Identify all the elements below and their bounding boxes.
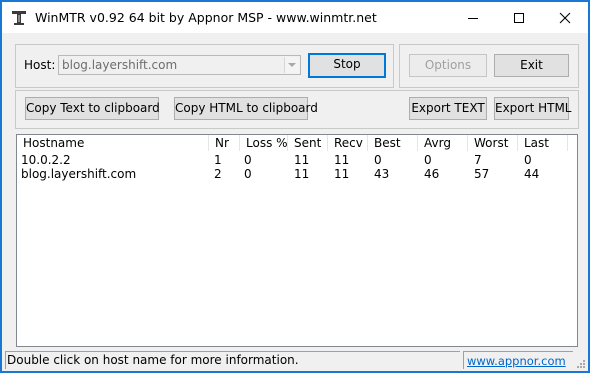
winmtr-window: WinMTR v0.92 64 bit by Appnor MSP - www.… bbox=[0, 0, 590, 373]
copy-html-button[interactable]: Copy HTML to clipboard bbox=[174, 97, 318, 120]
copy-text-button[interactable]: Copy Text to clipboard bbox=[25, 97, 160, 120]
status-bar: Double click on host name for more infor… bbox=[2, 349, 588, 371]
results-listview[interactable]: Hostname Nr Loss % Sent Recv Best Avrg W… bbox=[16, 134, 578, 347]
cell-best: 0 bbox=[374, 153, 382, 167]
host-combobox[interactable]: blog.layershift.com bbox=[58, 55, 301, 75]
listview-header: Hostname Nr Loss % Sent Recv Best Avrg W… bbox=[17, 135, 577, 151]
column-header-loss[interactable]: Loss % bbox=[240, 135, 288, 151]
cell-sent: 11 bbox=[294, 167, 310, 181]
cell-loss: 0 bbox=[244, 153, 252, 167]
host-label: Host: bbox=[24, 58, 56, 72]
minimize-icon bbox=[468, 18, 478, 19]
table-row[interactable]: blog.layershift.com 2 0 11 11 43 46 57 4… bbox=[17, 167, 577, 181]
host-value: blog.layershift.com bbox=[62, 58, 178, 72]
cell-last: 0 bbox=[524, 153, 532, 167]
maximize-icon bbox=[514, 13, 524, 23]
close-icon bbox=[559, 12, 571, 24]
options-button[interactable]: Options bbox=[409, 54, 487, 77]
winmtr-app-icon bbox=[12, 11, 26, 25]
export-text-button[interactable]: Export TEXT bbox=[409, 97, 487, 120]
cell-recv: 11 bbox=[334, 153, 350, 167]
close-button[interactable] bbox=[542, 2, 588, 33]
title-bar[interactable]: WinMTR v0.92 64 bit by Appnor MSP - www.… bbox=[2, 2, 588, 33]
cell-hostname: blog.layershift.com bbox=[21, 167, 137, 181]
cell-loss: 0 bbox=[244, 167, 252, 181]
column-header-best[interactable]: Best bbox=[368, 135, 418, 151]
resize-grip-icon[interactable] bbox=[574, 357, 586, 369]
cell-avrg: 0 bbox=[424, 153, 432, 167]
cell-nr: 2 bbox=[214, 167, 222, 181]
stop-button[interactable]: Stop bbox=[308, 53, 386, 78]
column-header-sent[interactable]: Sent bbox=[288, 135, 328, 151]
cell-worst: 57 bbox=[474, 167, 490, 181]
table-row[interactable]: 10.0.2.2 1 0 11 11 0 0 7 0 bbox=[17, 153, 577, 167]
status-message: Double click on host name for more infor… bbox=[7, 353, 299, 367]
export-html-button[interactable]: Export HTML bbox=[494, 97, 572, 120]
window-title: WinMTR v0.92 64 bit by Appnor MSP - www.… bbox=[35, 10, 377, 25]
cell-avrg: 46 bbox=[424, 167, 440, 181]
appnor-link[interactable]: www.appnor.com bbox=[467, 354, 566, 368]
column-header-hostname[interactable]: Hostname bbox=[17, 135, 209, 151]
cell-hostname: 10.0.2.2 bbox=[21, 153, 71, 167]
column-header-worst[interactable]: Worst bbox=[468, 135, 518, 151]
cell-recv: 11 bbox=[334, 167, 350, 181]
exit-button[interactable]: Exit bbox=[494, 54, 569, 77]
chevron-down-icon bbox=[288, 63, 296, 67]
column-header-avrg[interactable]: Avrg bbox=[418, 135, 468, 151]
maximize-button[interactable] bbox=[496, 2, 542, 33]
cell-worst: 7 bbox=[474, 153, 482, 167]
cell-last: 44 bbox=[524, 167, 540, 181]
cell-best: 43 bbox=[374, 167, 390, 181]
column-header-last[interactable]: Last bbox=[518, 135, 568, 151]
column-header-nr[interactable]: Nr bbox=[209, 135, 240, 151]
cell-sent: 11 bbox=[294, 153, 310, 167]
column-header-recv[interactable]: Recv bbox=[328, 135, 368, 151]
minimize-button[interactable] bbox=[450, 2, 496, 33]
combo-dropdown-button[interactable] bbox=[284, 57, 299, 73]
cell-nr: 1 bbox=[214, 153, 222, 167]
